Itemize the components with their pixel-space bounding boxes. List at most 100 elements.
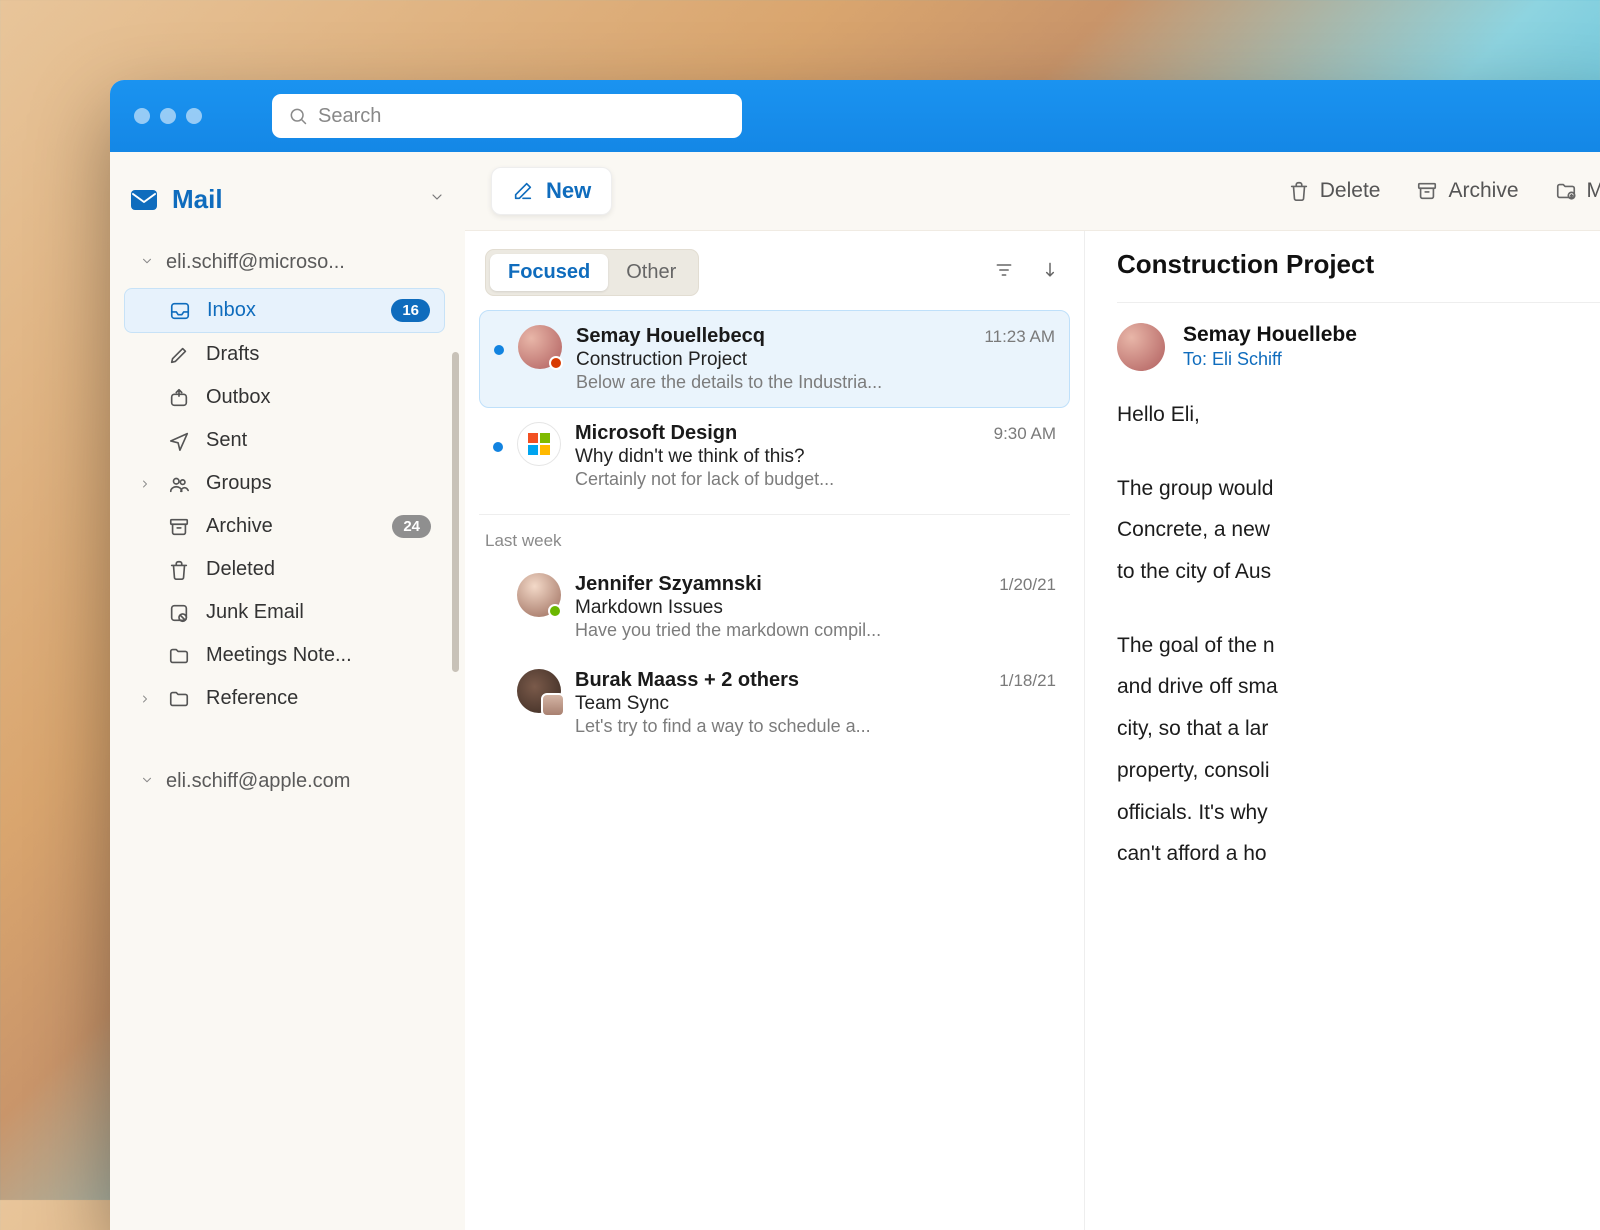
folder-meetings-notes[interactable]: Meetings Note... <box>124 634 445 677</box>
search-field[interactable] <box>272 94 742 138</box>
subject: Markdown Issues <box>575 597 1056 619</box>
message-item[interactable]: Jennifer Szyamnski1/20/21 Markdown Issue… <box>479 559 1070 655</box>
new-mail-button[interactable]: New <box>491 167 612 215</box>
recipients[interactable]: To: Eli Schiff <box>1183 349 1357 370</box>
titlebar <box>110 80 1600 152</box>
close-window-button[interactable] <box>134 108 150 124</box>
folder-label: Sent <box>206 429 431 452</box>
junk-icon <box>168 602 190 624</box>
folder-label: Inbox <box>207 299 375 322</box>
archive-icon <box>1416 180 1438 202</box>
chevron-right-icon <box>138 478 152 490</box>
message-list: Focused Other Semay Houellebecq 11:23 AM <box>465 231 1085 1230</box>
unread-dot <box>494 345 504 355</box>
app-window: Mail eli.schiff@microso... Inbox 16 <box>110 80 1600 1230</box>
folder-drafts[interactable]: Drafts <box>124 333 445 376</box>
microsoft-logo-icon <box>528 433 550 455</box>
inbox-icon <box>169 300 191 322</box>
chevron-down-icon <box>140 770 154 793</box>
folder-list: Inbox 16 Drafts Outbox Sent <box>110 288 465 720</box>
sidebar-scrollbar[interactable] <box>452 352 459 672</box>
archive-label: Archive <box>1448 179 1518 203</box>
folder-icon <box>168 688 190 710</box>
folder-outbox[interactable]: Outbox <box>124 376 445 419</box>
archive-icon <box>168 516 190 538</box>
folder-label: Reference <box>206 687 431 710</box>
count-badge: 24 <box>392 515 431 538</box>
tab-focused[interactable]: Focused <box>490 254 608 291</box>
timestamp: 9:30 AM <box>994 424 1056 444</box>
folder-label: Meetings Note... <box>206 644 431 667</box>
tab-other[interactable]: Other <box>608 254 694 291</box>
move-icon <box>1555 180 1577 202</box>
move-button[interactable]: M <box>1555 179 1600 203</box>
delete-label: Delete <box>1320 179 1381 203</box>
section-header: Last week <box>479 514 1070 559</box>
folder-archive[interactable]: Archive 24 <box>124 505 445 548</box>
zoom-window-button[interactable] <box>186 108 202 124</box>
subject: Construction Project <box>576 349 1055 371</box>
groups-icon <box>168 473 190 495</box>
folder-icon <box>168 645 190 667</box>
folder-label: Outbox <box>206 386 431 409</box>
sender-name: Semay Houellebe <box>1183 323 1357 347</box>
message-body: Hello Eli, The group would Concrete, a n… <box>1117 397 1600 872</box>
sender: Jennifer Szyamnski <box>575 573 989 596</box>
subject: Team Sync <box>575 693 1056 715</box>
avatar <box>518 325 562 369</box>
folder-junk[interactable]: Junk Email <box>124 591 445 634</box>
avatar <box>517 573 561 617</box>
trash-icon <box>168 559 190 581</box>
delete-button[interactable]: Delete <box>1288 179 1381 203</box>
folder-reference[interactable]: Reference <box>124 677 445 720</box>
module-switcher[interactable]: Mail <box>110 172 465 241</box>
search-input[interactable] <box>318 105 726 128</box>
sender: Semay Houellebecq <box>576 325 974 348</box>
account-label: eli.schiff@microso... <box>166 251 345 274</box>
minimize-window-button[interactable] <box>160 108 176 124</box>
inbox-tabs: Focused Other <box>485 249 699 296</box>
trash-icon <box>1288 180 1310 202</box>
presence-indicator <box>549 356 563 370</box>
message-item[interactable]: Semay Houellebecq 11:23 AM Construction P… <box>479 310 1070 408</box>
archive-button[interactable]: Archive <box>1416 179 1518 203</box>
subject: Why didn't we think of this? <box>575 446 1056 468</box>
sender: Burak Maass + 2 others <box>575 669 989 692</box>
folder-sent[interactable]: Sent <box>124 419 445 462</box>
folder-label: Drafts <box>206 343 431 366</box>
preview: Have you tried the markdown compil... <box>575 620 1056 641</box>
toolbar: New Delete Archive M <box>465 152 1600 230</box>
avatar <box>517 669 561 713</box>
chevron-down-icon <box>140 251 154 274</box>
unread-badge: 16 <box>391 299 430 322</box>
folder-groups[interactable]: Groups <box>124 462 445 505</box>
folder-inbox[interactable]: Inbox 16 <box>124 288 445 333</box>
avatar-extra <box>541 693 565 717</box>
message-item[interactable]: Burak Maass + 2 others1/18/21 Team Sync … <box>479 655 1070 751</box>
search-icon <box>288 106 308 126</box>
filter-button[interactable] <box>994 260 1014 285</box>
avatar <box>1117 323 1165 371</box>
sidebar: Mail eli.schiff@microso... Inbox 16 <box>110 152 465 1230</box>
timestamp: 11:23 AM <box>984 327 1055 347</box>
message-subject: Construction Project <box>1117 249 1600 280</box>
sort-button[interactable] <box>1040 260 1060 285</box>
timestamp: 1/18/21 <box>999 671 1056 691</box>
account-header-2[interactable]: eli.schiff@apple.com <box>110 760 465 807</box>
preview: Below are the details to the Industria..… <box>576 372 1055 393</box>
account-label: eli.schiff@apple.com <box>166 770 350 793</box>
drafts-icon <box>168 344 190 366</box>
mail-icon <box>130 189 158 211</box>
compose-icon <box>512 180 534 202</box>
window-controls <box>134 108 202 124</box>
folder-label: Archive <box>206 515 376 538</box>
preview: Certainly not for lack of budget... <box>575 469 1056 490</box>
account-header[interactable]: eli.schiff@microso... <box>110 241 465 288</box>
outbox-icon <box>168 387 190 409</box>
folder-deleted[interactable]: Deleted <box>124 548 445 591</box>
message-item[interactable]: Microsoft Design 9:30 AM Why didn't we th… <box>479 408 1070 504</box>
chevron-down-icon <box>429 189 445 210</box>
avatar <box>517 422 561 466</box>
new-label: New <box>546 178 591 204</box>
sender: Microsoft Design <box>575 422 984 445</box>
